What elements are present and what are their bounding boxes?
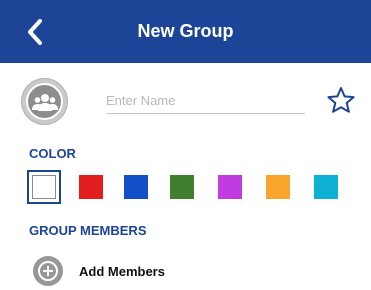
color-section-label: COLOR xyxy=(29,146,76,161)
color-swatch-orange[interactable] xyxy=(266,175,290,199)
group-avatar[interactable] xyxy=(21,78,68,125)
group-name-input[interactable] xyxy=(106,88,305,114)
favorite-button[interactable] xyxy=(326,86,356,114)
color-swatch-blue[interactable] xyxy=(124,175,148,199)
page-title: New Group xyxy=(137,21,234,41)
group-members-label: GROUP MEMBERS xyxy=(29,223,147,238)
color-swatch-red[interactable] xyxy=(79,175,103,199)
add-members-button[interactable]: Add Members xyxy=(33,256,165,286)
swatch-fill xyxy=(32,175,56,199)
add-members-label: Add Members xyxy=(79,263,165,279)
color-swatch-white[interactable] xyxy=(27,170,61,204)
color-swatch-purple[interactable] xyxy=(218,175,242,199)
add-circle-icon xyxy=(33,256,63,286)
app-bar: New Group xyxy=(0,0,371,63)
color-swatch-green[interactable] xyxy=(170,175,194,199)
star-outline-icon xyxy=(327,87,355,113)
group-avatar-icon xyxy=(26,83,63,120)
color-swatch-cyan[interactable] xyxy=(314,175,338,199)
